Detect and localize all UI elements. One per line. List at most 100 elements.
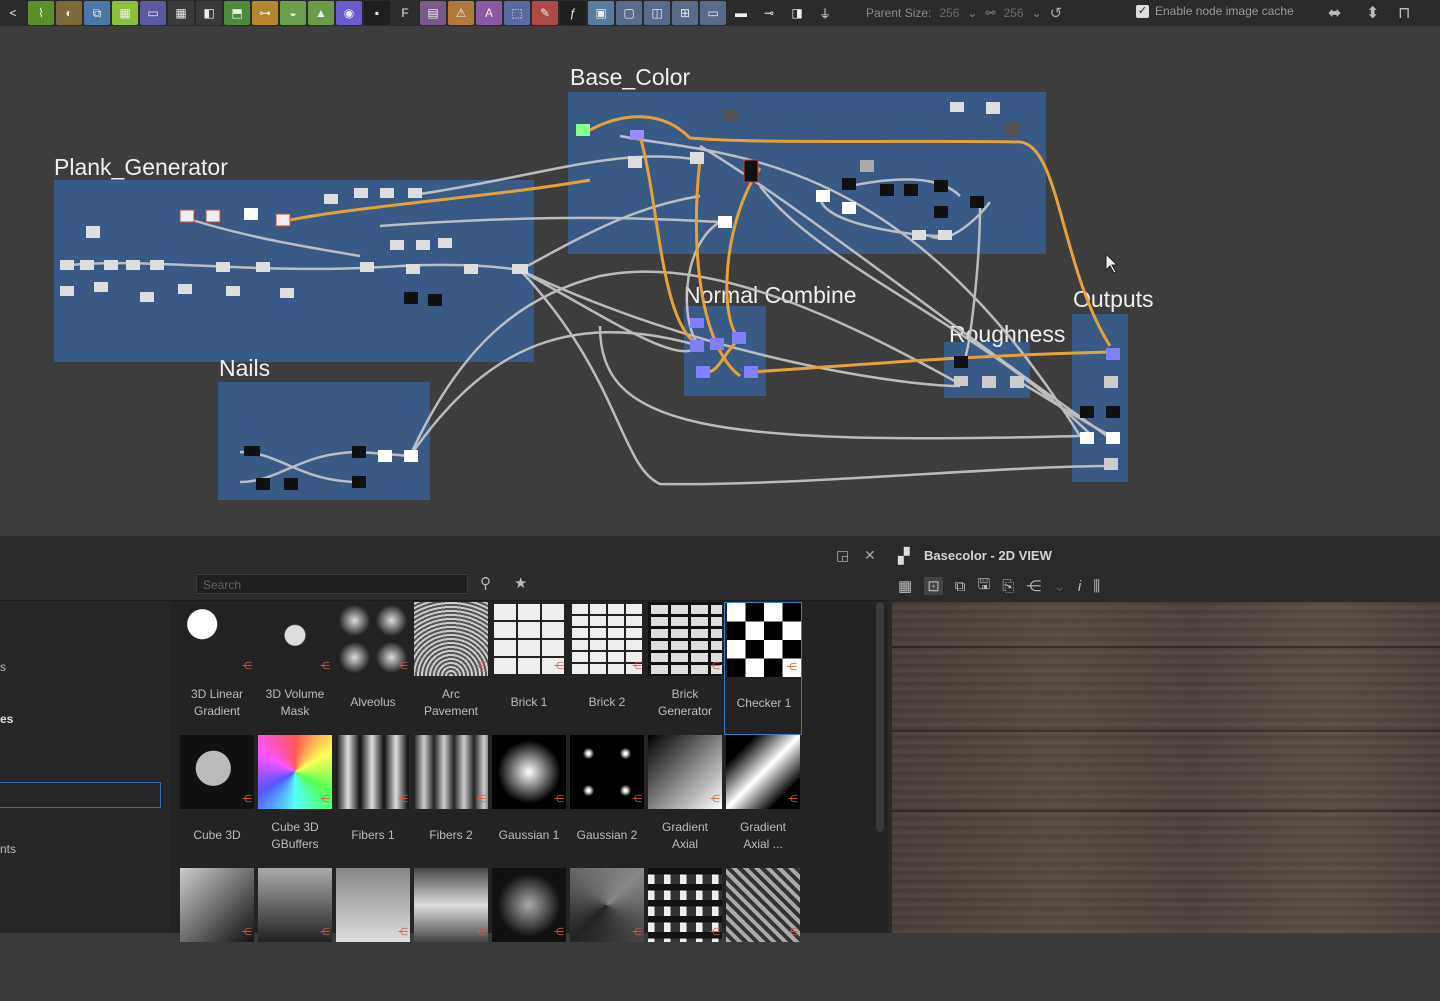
library-item-label: Fibers 1 [334, 827, 412, 844]
tile-node-icon[interactable]: ▢ [616, 1, 642, 25]
library-item[interactable]: ⋲ [646, 868, 724, 1001]
fit-icon[interactable]: ⊡ [924, 577, 943, 595]
function-node-icon[interactable]: ƒ [560, 1, 586, 25]
pin-icon[interactable]: ⊸ [756, 1, 782, 25]
microphone-icon[interactable]: ⏚ [812, 1, 838, 25]
sidebar-item-selected[interactable] [0, 782, 161, 808]
library-item[interactable]: ⋲ [568, 868, 646, 1001]
align-vertical-icon[interactable]: ⬍ [1366, 3, 1379, 23]
library-item-label-line1: Cube 3D [193, 828, 241, 842]
library-item[interactable]: ⋲ Brick Generator [646, 602, 724, 735]
graph-link-icon: ⋲ [632, 927, 642, 938]
library-item[interactable]: ⋲ Fibers 2 [412, 735, 490, 868]
sidebar-item-partial-3[interactable]: nts [0, 842, 16, 856]
node [404, 292, 418, 304]
search-input[interactable]: Search [196, 574, 468, 594]
library-item[interactable]: ⋲ Cube 3D [178, 735, 256, 868]
chevron-down-icon[interactable]: ⌄ [1032, 6, 1042, 20]
library-item[interactable]: ⋲ [490, 868, 568, 1001]
atlas-node-icon[interactable]: ▣ [588, 1, 614, 25]
library-item[interactable]: ⋲ Gradient Axial [646, 735, 724, 868]
node [718, 216, 732, 228]
library-item[interactable]: ⋲ [178, 868, 256, 1001]
library-item[interactable]: ⋲ Gradient Axial ... [724, 735, 802, 868]
parent-size-width[interactable]: 256 [939, 6, 959, 20]
warning-node-icon[interactable]: ⚠ [448, 1, 474, 25]
library-item[interactable]: ⋲ [256, 868, 334, 1001]
sidebar-item-partial-1[interactable]: s [0, 660, 6, 674]
chevron-down-icon[interactable]: ⌄ [967, 6, 977, 20]
library-item-label-line2: Axial ... [743, 837, 783, 851]
favorite-star-icon[interactable]: ★ [514, 574, 527, 592]
histogram-node-icon[interactable]: ▲ [308, 1, 334, 25]
blend-node-icon[interactable]: ◐ [56, 1, 82, 25]
library-item[interactable]: ⋲ Cube 3D GBuffers [256, 735, 334, 868]
text-node-icon[interactable]: A [476, 1, 502, 25]
library-item[interactable]: ⋲ Alveolus [334, 602, 412, 735]
filter-icon[interactable]: ⚲ [480, 574, 491, 592]
checkbox-icon[interactable]: ✓ [1136, 4, 1149, 18]
curve-node-icon[interactable]: ⌇ [28, 1, 54, 25]
grid-toggle-icon[interactable]: ▦ [898, 577, 912, 595]
close-icon[interactable]: ✕ [864, 547, 876, 564]
maximize-icon[interactable]: ◲ [836, 547, 849, 564]
node [244, 208, 258, 220]
enable-cache-toggle[interactable]: ✓ Enable node image cache [1136, 4, 1294, 18]
reset-icon[interactable]: ↺ [1050, 4, 1063, 22]
histogram-icon[interactable]: ⫼ [1093, 578, 1100, 595]
comment-icon[interactable]: ▬ [728, 1, 754, 25]
color-node-icon[interactable]: ◉ [336, 1, 362, 25]
paste-icon[interactable]: ⎘ [1002, 578, 1014, 595]
node-graph[interactable]: Base_Color Plank_Generator Nails Normal … [0, 26, 1440, 536]
library-item[interactable]: ⋲ Brick 1 [490, 602, 568, 735]
split-node-icon[interactable]: ◫ [644, 1, 670, 25]
graph-link-icon: ⋲ [710, 927, 720, 938]
node [428, 294, 442, 306]
library-item[interactable]: ⋲ [724, 868, 802, 1001]
copy-icon[interactable]: ⧉ [955, 578, 966, 595]
sidebar-item-partial-2[interactable]: es [0, 712, 13, 726]
fx-node-icon[interactable]: F [392, 1, 418, 25]
node [842, 202, 856, 214]
share-icon[interactable]: ⋲ [1026, 577, 1041, 595]
transform-node-icon[interactable]: ⧉ [84, 1, 110, 25]
library-item[interactable]: ⋲ Brick 2 [568, 602, 646, 735]
warp-node-icon[interactable]: ◒ [280, 1, 306, 25]
output-node-icon[interactable]: ▭ [700, 1, 726, 25]
chevron-left-icon[interactable]: < [0, 1, 26, 25]
grid-node-icon[interactable]: ▦ [168, 1, 194, 25]
library-item[interactable]: ⋲ 3D Volume Mask [256, 602, 334, 735]
channel-select[interactable]: ⌄ [1053, 577, 1066, 595]
frame-icon[interactable]: ◨ [784, 1, 810, 25]
library-item-label: 3D Volume Mask [256, 686, 334, 720]
library-item[interactable]: ⋲ Fibers 1 [334, 735, 412, 868]
slider-node-icon[interactable]: ⊶ [252, 1, 278, 25]
svg-node-icon[interactable]: ▤ [420, 1, 446, 25]
bitmap-node-icon[interactable]: ◧ [196, 1, 222, 25]
merge-node-icon[interactable]: ⊞ [672, 1, 698, 25]
info-icon[interactable]: i [1078, 578, 1081, 595]
basecolor-preview-image[interactable] [892, 602, 1440, 933]
frame-node-icon[interactable]: ⬚ [504, 1, 530, 25]
library-item[interactable]: ⋲ 3D Linear Gradient [178, 602, 256, 735]
node [904, 184, 918, 196]
pixel-node-icon[interactable]: ▪ [364, 1, 390, 25]
library-toolbar: Search ⚲ ★ [170, 542, 888, 601]
uniform-node-icon[interactable]: ▭ [140, 1, 166, 25]
save-icon[interactable]: 🖫 [977, 574, 990, 599]
library-item[interactable]: ⋲ [334, 868, 412, 1001]
library-item[interactable]: ⋲ [412, 868, 490, 1001]
align-horizontal-icon[interactable]: ⬌ [1328, 3, 1341, 23]
library-grid: ⋲ 3D Linear Gradient ⋲ 3D Volume Mask ⋲ Alveolu… [178, 602, 802, 1001]
levels-node-icon[interactable]: ⬒ [224, 1, 250, 25]
library-item[interactable]: ⋲ Gaussian 2 [568, 735, 646, 868]
library-scrollbar[interactable] [876, 602, 884, 832]
paint-node-icon[interactable]: ✎ [532, 1, 558, 25]
link-icon[interactable]: ⚯ [985, 6, 995, 20]
library-item[interactable]: ⋲ Gaussian 1 [490, 735, 568, 868]
parent-size-height[interactable]: 256 [1004, 6, 1024, 20]
gradient-node-icon[interactable]: ▦ [112, 1, 138, 25]
library-item[interactable]: ⋲ Checker 1 [724, 602, 802, 735]
library-item[interactable]: ⋲ Arc Pavement [412, 602, 490, 735]
snap-icon[interactable]: ⊓ [1398, 3, 1410, 23]
